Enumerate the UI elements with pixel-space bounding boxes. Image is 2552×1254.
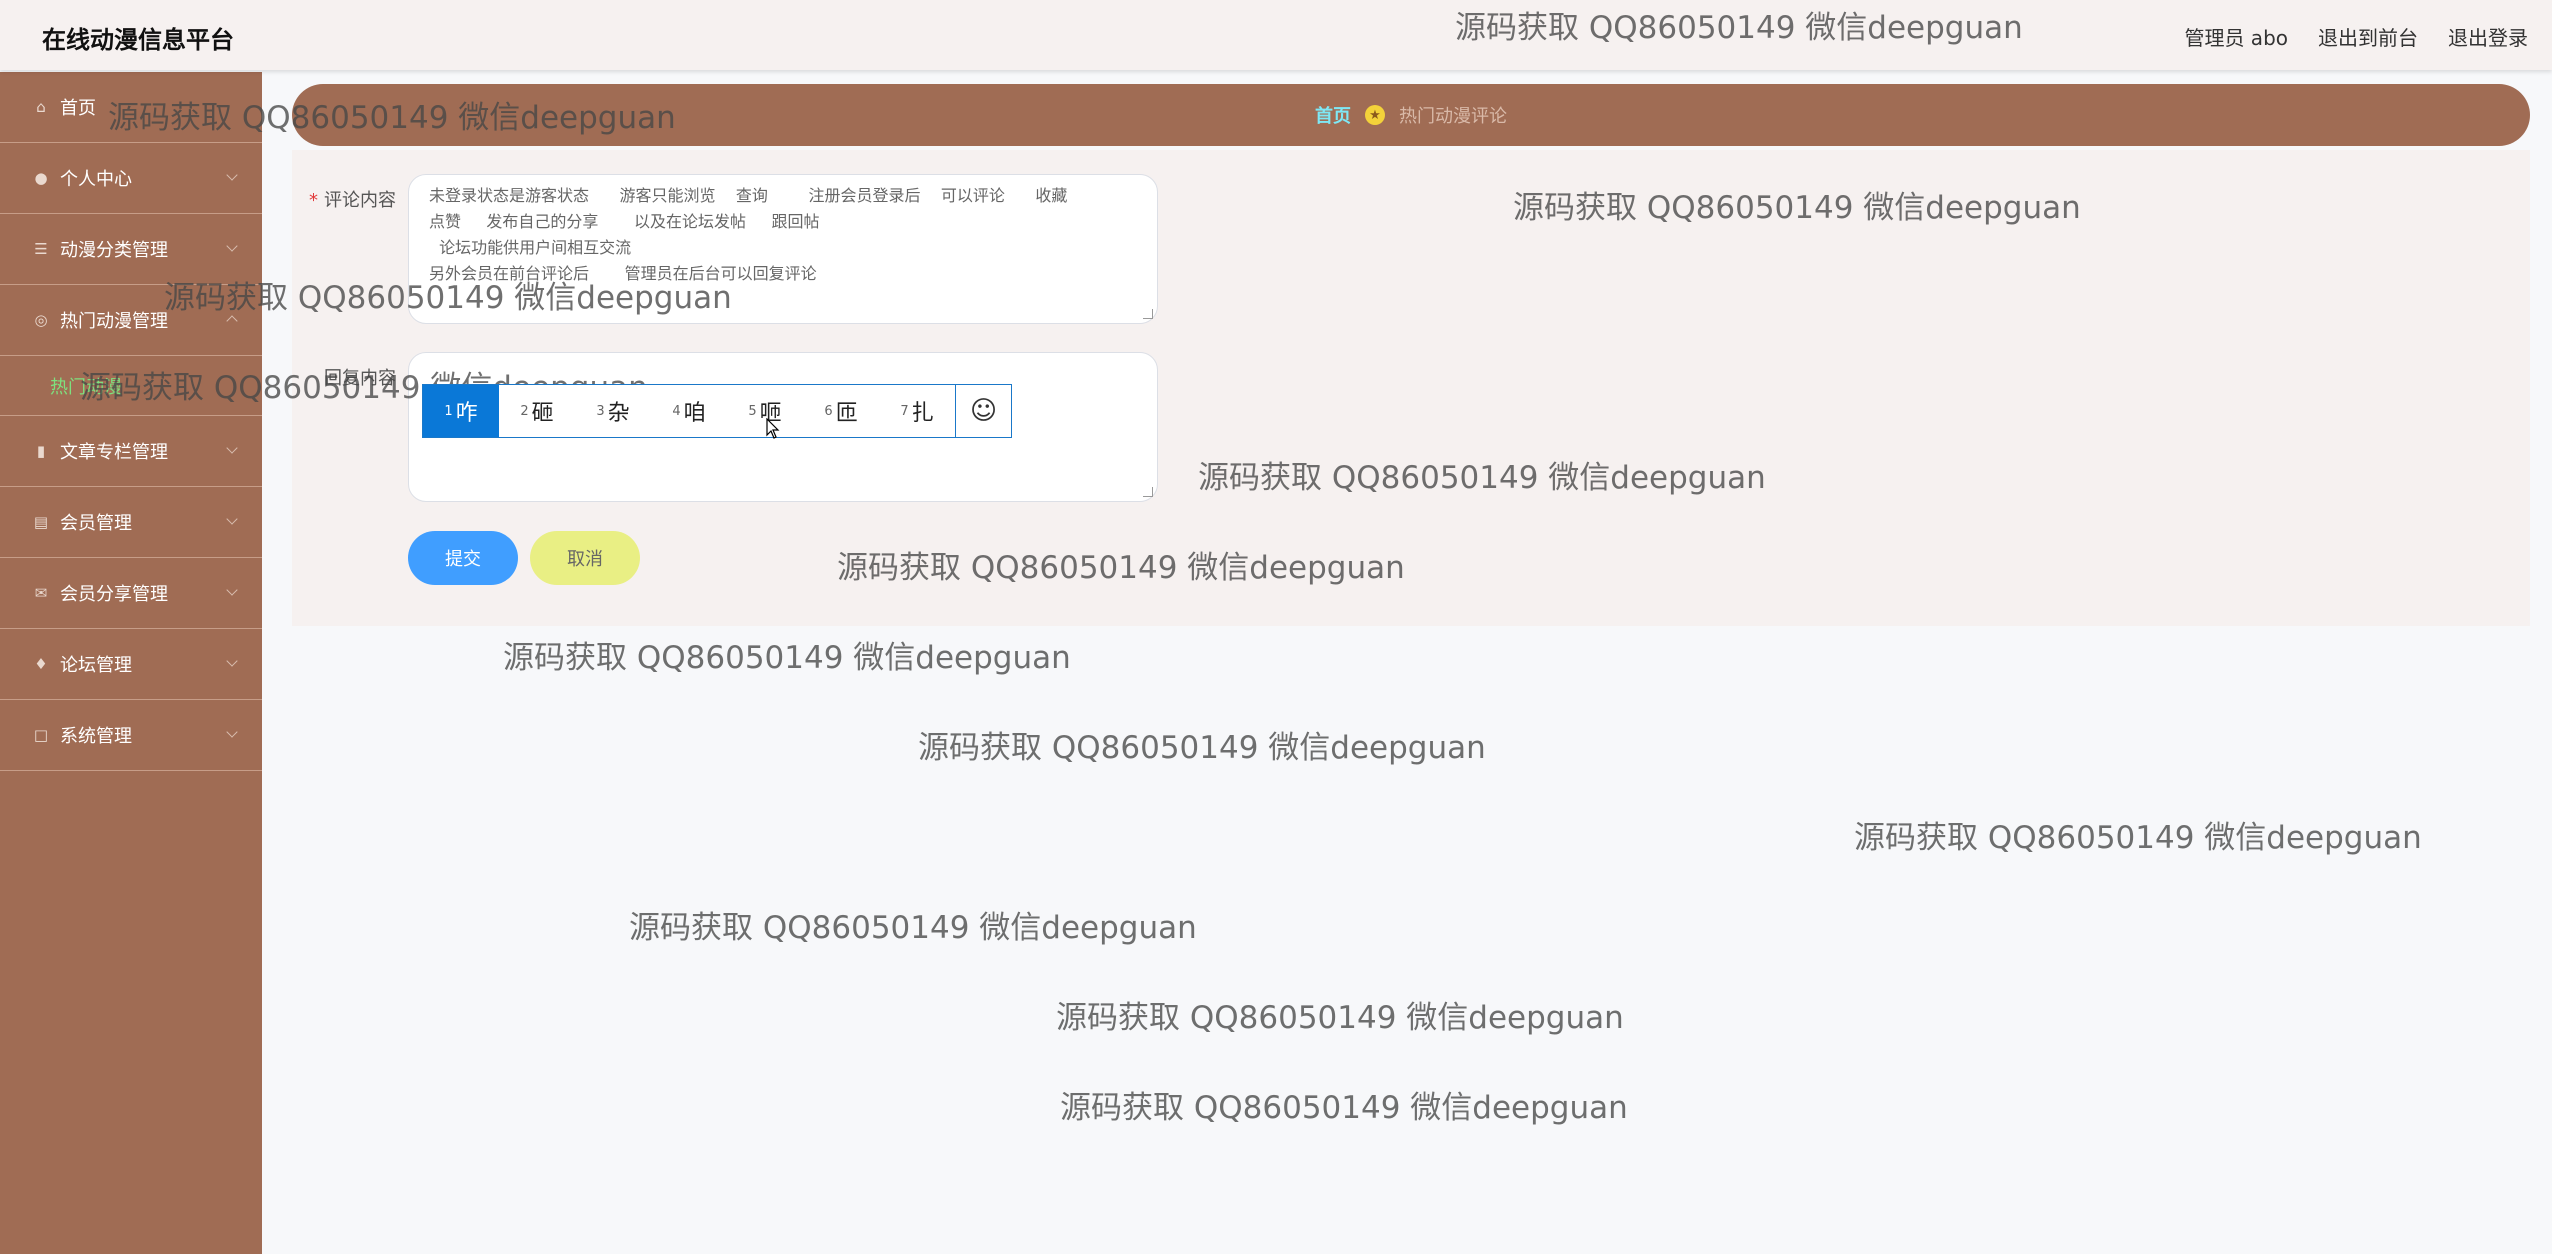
comment-line: 未登录状态是游客状态 游客只能浏览 查询 注册会员登录后 可以评论 收藏 — [429, 186, 1068, 205]
breadcrumb: 首页 ★ 热门动漫评论 — [292, 84, 2530, 146]
ime-candidate-char: 扎 — [911, 401, 934, 426]
watermark: 源码获取 QQ86050149 微信deepguan — [1056, 1000, 1624, 1036]
emoji-icon[interactable]: ☺ — [955, 385, 1011, 437]
logout-link[interactable]: 退出登录 — [2448, 22, 2528, 51]
comment-label-text: 评论内容 — [324, 190, 396, 211]
ime-candidate-char: 杂 — [607, 401, 630, 426]
sidebar-item-label: 会员分享管理 — [60, 584, 168, 605]
ime-candidate-char: 咱 — [683, 401, 706, 426]
comment-textarea[interactable]: 未登录状态是游客状态 游客只能浏览 查询 注册会员登录后 可以评论 收藏 点赞 … — [408, 174, 1158, 324]
ime-candidate-bar: 1咋 2砸 3杂 4咱 5咂 6匝 7扎 ☺ — [422, 384, 1012, 438]
sidebar-item-personal-center[interactable]: ● 个人中心 — [0, 143, 262, 214]
ime-candidate[interactable]: 5咂 — [727, 385, 803, 437]
ime-candidate-number: 4 — [672, 403, 681, 419]
sidebar-item-label: 首页 — [60, 98, 96, 119]
sidebar-item-article-column[interactable]: ▮ 文章专栏管理 — [0, 416, 262, 487]
clipboard-icon: ▤ — [33, 513, 49, 531]
admin-label: 管理员 abo — [2184, 26, 2288, 50]
ime-candidate-char: 砸 — [531, 401, 554, 426]
ime-candidate-number: 6 — [824, 403, 833, 419]
sidebar-item-anime-category[interactable]: ☰ 动漫分类管理 — [0, 214, 262, 285]
watermark: 源码获取 QQ86050149 微信deepguan — [1854, 820, 2422, 856]
watermark: 源码获取 QQ86050149 微信deepguan — [629, 910, 1197, 946]
sidebar-item-member[interactable]: ▤ 会员管理 — [0, 487, 262, 558]
ime-candidate-char: 匝 — [835, 401, 858, 426]
ime-candidate-number: 3 — [596, 403, 605, 419]
reply-label: 回复内容 — [324, 368, 396, 389]
chevron-down-icon — [226, 726, 238, 738]
sidebar-item-system[interactable]: □ 系统管理 — [0, 700, 262, 771]
chart-icon: ▮ — [36, 442, 46, 460]
ime-candidate-number: 5 — [748, 403, 757, 419]
ime-candidate-number: 2 — [520, 403, 529, 419]
ime-candidate-char: 咋 — [455, 401, 478, 426]
submit-button[interactable]: 提交 — [408, 531, 518, 585]
ime-candidate[interactable]: 3杂 — [575, 385, 651, 437]
sidebar-item-hot-anime[interactable]: ◎ 热门动漫管理 — [0, 285, 262, 356]
mail-icon: ✉ — [34, 584, 48, 602]
sidebar-item-label: 动漫分类管理 — [60, 240, 168, 261]
sidebar-item-label: 系统管理 — [60, 726, 132, 747]
resize-handle[interactable] — [1143, 309, 1153, 319]
header-actions: 管理员 abo 退出到前台 退出登录 — [2184, 22, 2528, 51]
chevron-down-icon — [226, 442, 238, 454]
ime-candidate[interactable]: 6匝 — [803, 385, 879, 437]
ime-candidate-number: 7 — [900, 403, 909, 419]
sidebar-item-label: 热门动漫管理 — [60, 311, 168, 332]
mouse-cursor-icon — [766, 418, 780, 439]
ime-candidate[interactable]: 1咋 — [423, 385, 499, 437]
comment-label: * 评论内容 — [309, 186, 396, 212]
top-header: 在线动漫信息平台 管理员 abo 退出到前台 退出登录 — [0, 0, 2552, 70]
watermark: 源码获取 QQ86050149 微信deepguan — [503, 640, 1071, 676]
ime-candidate[interactable]: 4咱 — [651, 385, 727, 437]
resize-handle[interactable] — [1143, 487, 1153, 497]
sidebar-item-home[interactable]: ⌂ 首页 — [0, 72, 262, 143]
sidebar-item-label: 个人中心 — [60, 169, 132, 190]
sidebar-item-member-share[interactable]: ✉ 会员分享管理 — [0, 558, 262, 629]
sidebar-item-label: 会员管理 — [60, 513, 132, 534]
chevron-down-icon — [226, 169, 238, 181]
watermark: 源码获取 QQ86050149 微信deepguan — [918, 730, 1486, 766]
submenu-hot-anime[interactable]: 热门动漫 — [0, 356, 262, 416]
circle-icon: ◎ — [34, 311, 48, 329]
comment-line: 另外会员在前台评论后 管理员在后台可以回复评论 — [429, 264, 817, 283]
submenu-label: 热门动漫 — [50, 376, 122, 398]
breadcrumb-home[interactable]: 首页 — [1315, 102, 1351, 128]
sidebar: ⌂ 首页 ● 个人中心 ☰ 动漫分类管理 ◎ 热门动漫管理 热门动漫 ▮ 文章专… — [0, 72, 262, 1254]
breadcrumb-current: 热门动漫评论 — [1399, 106, 1507, 127]
chevron-down-icon — [226, 584, 238, 596]
star-icon: ★ — [1365, 105, 1385, 125]
required-mark: * — [309, 190, 318, 211]
home-icon: ⌂ — [36, 98, 46, 116]
chevron-down-icon — [226, 513, 238, 525]
ime-candidate[interactable]: 2砸 — [499, 385, 575, 437]
front-link[interactable]: 退出到前台 — [2318, 22, 2418, 51]
chevron-down-icon — [226, 240, 238, 252]
ime-candidate-number: 1 — [444, 403, 453, 419]
square-icon: □ — [33, 726, 49, 744]
comment-line: 论坛功能供用户间相互交流 — [429, 238, 632, 257]
watermark: 源码获取 QQ86050149 微信deepguan — [1060, 1090, 1628, 1126]
cancel-button[interactable]: 取消 — [530, 531, 640, 585]
user-icon: ● — [34, 169, 48, 187]
list-icon: ☰ — [34, 240, 48, 258]
sidebar-item-forum[interactable]: ♦ 论坛管理 — [0, 629, 262, 700]
comment-line: 点赞 发布自己的分享 以及在论坛发帖 跟回帖 — [429, 212, 820, 231]
app-title: 在线动漫信息平台 — [42, 26, 234, 54]
pin-icon: ♦ — [34, 655, 48, 673]
sidebar-item-label: 文章专栏管理 — [60, 442, 168, 463]
chevron-down-icon — [226, 655, 238, 667]
ime-candidate[interactable]: 7扎 — [879, 385, 955, 437]
sidebar-item-label: 论坛管理 — [60, 655, 132, 676]
chevron-up-icon — [226, 315, 238, 327]
